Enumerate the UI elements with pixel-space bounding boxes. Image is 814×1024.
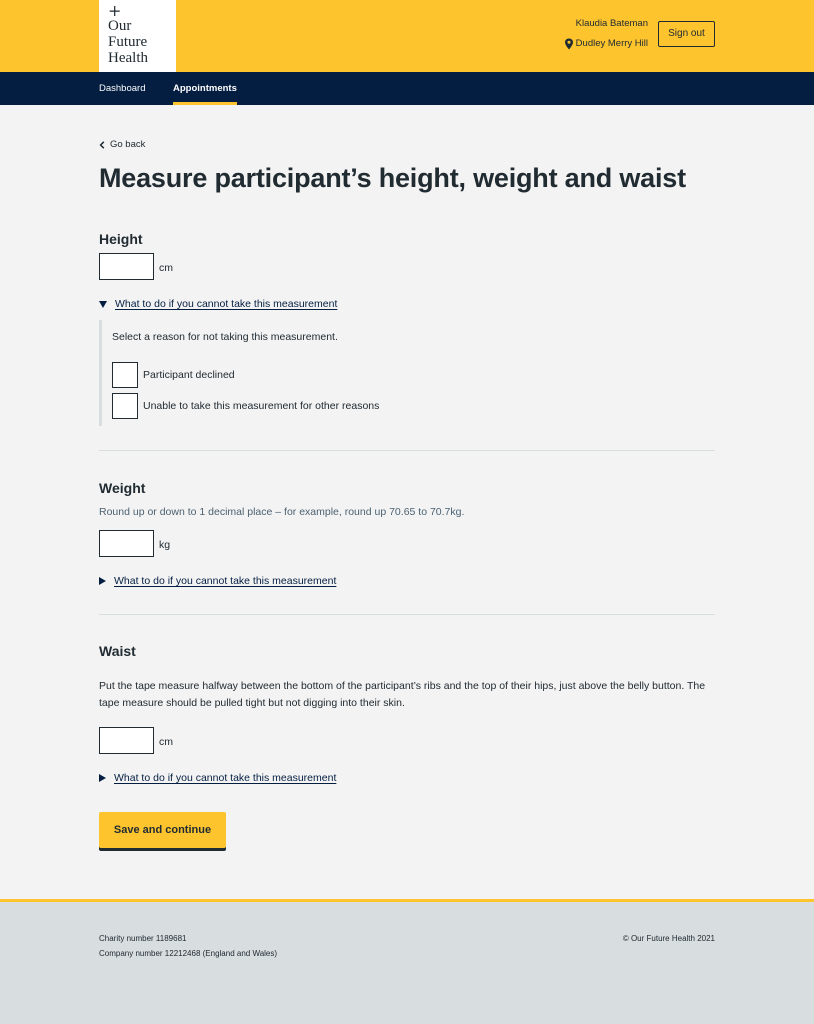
back-link-label: Go back: [110, 139, 146, 150]
nav-item-appointments[interactable]: Appointments: [173, 72, 237, 105]
participant-declined-checkbox[interactable]: [112, 362, 138, 388]
other-reasons-checkbox[interactable]: [112, 393, 138, 419]
waist-details-summary: What to do if you cannot take this measu…: [114, 772, 337, 784]
section-divider: [99, 614, 715, 615]
footer-legal: Charity number 1189681 Company number 12…: [99, 931, 277, 961]
weight-details-toggle[interactable]: What to do if you cannot take this measu…: [99, 575, 336, 587]
site-footer: Charity number 1189681 Company number 12…: [0, 899, 814, 1024]
height-details-panel: Select a reason for not taking this meas…: [99, 320, 599, 426]
logo-line-2: Future: [108, 34, 148, 50]
save-and-continue-button[interactable]: Save and continue: [99, 812, 226, 848]
section-divider: [99, 450, 715, 451]
company-number: Company number 12212468 (England and Wal…: [99, 949, 278, 958]
waist-unit: cm: [159, 736, 173, 748]
user-name: Klaudia Bateman: [575, 18, 648, 29]
height-details-summary: What to do if you cannot take this measu…: [115, 298, 338, 310]
height-details-toggle[interactable]: What to do if you cannot take this measu…: [99, 298, 337, 310]
weight-hint: Round up or down to 1 decimal place – fo…: [99, 506, 465, 518]
weight-label: Weight: [99, 480, 146, 496]
triangle-right-icon: [99, 577, 106, 585]
weight-details-summary: What to do if you cannot take this measu…: [114, 575, 337, 587]
chevron-left-icon: [99, 140, 105, 149]
sign-out-button[interactable]: Sign out: [658, 21, 715, 47]
participant-declined-label[interactable]: Participant declined: [143, 369, 235, 381]
triangle-right-icon: [99, 774, 106, 782]
nav-item-dashboard[interactable]: Dashboard: [99, 72, 145, 105]
back-link[interactable]: Go back: [99, 139, 145, 150]
height-unit: cm: [159, 262, 173, 274]
plus-icon: +: [108, 1, 122, 20]
user-info: Klaudia Bateman Dudley Merry Hill: [564, 18, 648, 50]
waist-instructions: Put the tape measure halfway between the…: [99, 680, 706, 709]
waist-label: Waist: [99, 643, 136, 659]
waist-input[interactable]: [99, 727, 154, 754]
main-content: Go back Measure participant’s height, we…: [0, 105, 814, 899]
user-location: Dudley Merry Hill: [564, 38, 648, 50]
height-reason-prompt: Select a reason for not taking this meas…: [112, 331, 338, 343]
waist-details-toggle[interactable]: What to do if you cannot take this measu…: [99, 772, 336, 784]
page-title: Measure participant’s height, weight and…: [99, 163, 686, 193]
weight-unit: kg: [159, 539, 171, 551]
height-input[interactable]: [99, 253, 154, 280]
location-label: Dudley Merry Hill: [575, 38, 648, 49]
triangle-down-icon: [99, 300, 107, 308]
charity-number: Charity number 1189681: [99, 934, 187, 943]
logo-line-1: Our: [108, 18, 132, 34]
other-reasons-label[interactable]: Unable to take this measurement for othe…: [143, 400, 379, 412]
map-pin-icon: [564, 38, 573, 50]
site-header: + Our Future Health Klaudia Bateman Dudl…: [0, 0, 814, 72]
weight-input[interactable]: [99, 530, 154, 557]
height-label: Height: [99, 231, 143, 247]
our-future-health-logo[interactable]: + Our Future Health: [99, 0, 176, 72]
copyright: © Our Future Health 2021: [622, 934, 715, 943]
primary-navigation: Dashboard Appointments: [0, 72, 814, 105]
logo-line-3: Health: [108, 50, 148, 66]
